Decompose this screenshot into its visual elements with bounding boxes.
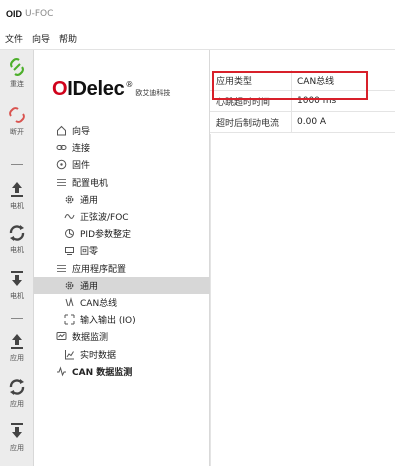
property-value-input[interactable]: 0.00 A	[292, 117, 326, 127]
download-icon	[0, 420, 34, 442]
nav-item-label: PID参数整定	[80, 230, 132, 241]
title-bar: OID U-FOC	[0, 0, 395, 28]
left-toolbar: 重连 断开 电机 电机 电机 应用 应用 应用	[0, 50, 34, 466]
nav-item-realtime-data[interactable]: 实时数据	[34, 345, 210, 362]
nav-item-can-data-monitor[interactable]: CAN 数据监测	[34, 363, 210, 380]
brand-name: OIDelec	[52, 78, 125, 100]
nav-item-sine-foc[interactable]: 正弦波/FOC	[34, 208, 210, 225]
pid-icon	[63, 228, 75, 240]
gear-icon	[63, 193, 75, 205]
refresh-icon	[0, 376, 34, 398]
app-refresh-button[interactable]: 应用	[0, 376, 34, 409]
nav-item-label: CAN 数据监测	[72, 367, 133, 378]
nav-item-data-monitor[interactable]: 数据监测	[34, 328, 210, 345]
motor-download-button[interactable]: 电机	[0, 268, 34, 301]
nav-item-label: 配置电机	[72, 178, 109, 189]
property-key: 心跳超时时间	[210, 91, 292, 111]
wave-icon	[63, 211, 75, 223]
menu-file[interactable]: 文件	[4, 30, 24, 47]
home-icon	[55, 125, 67, 137]
nav-item-motor-config[interactable]: 配置电机	[34, 174, 210, 191]
disconnect-label: 断开	[10, 128, 24, 136]
toolbar-divider	[11, 164, 23, 165]
nav-item-homing[interactable]: 回零	[34, 242, 210, 259]
window-title: U-FOC	[25, 9, 54, 19]
property-value-dropdown[interactable]: CAN总线	[292, 74, 334, 87]
nav-item-label: 通用	[80, 195, 99, 206]
can-icon	[63, 296, 75, 308]
nav-item-motor-general[interactable]: 通用	[34, 191, 210, 208]
link-icon	[55, 142, 67, 154]
nav-item-pid-tuning[interactable]: PID参数整定	[34, 225, 210, 242]
brand-subtitle: 欧艾迪科技	[135, 89, 171, 97]
property-key: 应用类型	[210, 70, 292, 90]
download-icon	[0, 268, 34, 290]
home-return-icon	[63, 245, 75, 257]
nav-item-wizard[interactable]: 向导	[34, 122, 210, 139]
app-refresh-label: 应用	[10, 400, 24, 408]
nav-item-app-config[interactable]: 应用程序配置	[34, 260, 210, 277]
nav-item-label: 应用程序配置	[72, 264, 127, 275]
motor-upload-label: 电机	[10, 202, 24, 210]
brand-registered-mark: ®	[125, 80, 134, 89]
app-upload-button[interactable]: 应用	[0, 330, 34, 363]
property-row-app-type[interactable]: 应用类型 CAN总线	[210, 70, 395, 91]
nav-item-app-general[interactable]: 通用	[34, 276, 210, 294]
reconnect-label: 重连	[10, 80, 24, 88]
nav-item-label: 连接	[72, 144, 91, 155]
nav-item-io[interactable]: 输入输出 (IO)	[34, 311, 210, 328]
nav-item-label: 通用	[80, 281, 99, 292]
nav-tree: 向导 连接 固件 配置电机 通用 正弦波/FOC PID参数整定 回零 应用程序…	[34, 122, 210, 380]
upload-icon	[0, 178, 34, 200]
content-empty-area	[210, 134, 395, 466]
chip-icon	[55, 159, 67, 171]
menu-help[interactable]: 帮助	[58, 30, 78, 47]
nav-item-label: 向导	[72, 127, 91, 138]
nav-item-label: 数据监测	[72, 333, 109, 344]
property-grid: 应用类型 CAN总线 心跳超时时间 1000 ms 超时后制动电流 0.00 A	[210, 70, 395, 133]
navigation-panel: OIDelec ® 欧艾迪科技 向导 连接 固件 配置电机 通用 正弦波/FOC	[34, 50, 210, 466]
nav-item-can-bus[interactable]: CAN总线	[34, 294, 210, 311]
reconnect-button[interactable]: 重连	[0, 56, 34, 89]
toolbar-divider	[11, 318, 23, 319]
app-logo: OID	[6, 9, 23, 19]
property-row-heartbeat-timeout[interactable]: 心跳超时时间 1000 ms	[210, 91, 395, 112]
motor-upload-button[interactable]: 电机	[0, 178, 34, 211]
refresh-icon	[0, 222, 34, 244]
list-icon	[55, 262, 67, 274]
app-upload-label: 应用	[10, 354, 24, 362]
chart-icon	[63, 348, 75, 360]
property-key: 超时后制动电流	[210, 112, 292, 132]
nav-item-label: 输入输出 (IO)	[80, 316, 136, 327]
nav-item-label: CAN总线	[80, 298, 118, 309]
gear-icon	[63, 279, 75, 291]
upload-icon	[0, 330, 34, 352]
app-download-label: 应用	[10, 444, 24, 452]
disconnect-icon	[0, 104, 34, 126]
motor-refresh-label: 电机	[10, 246, 24, 254]
nav-item-label: 实时数据	[80, 350, 117, 361]
can-monitor-icon	[55, 365, 67, 377]
menu-wizard[interactable]: 向导	[31, 30, 51, 47]
nav-item-label: 正弦波/FOC	[80, 213, 129, 224]
menu-bar: 文件 向导 帮助	[0, 28, 395, 50]
app-download-button[interactable]: 应用	[0, 420, 34, 453]
monitor-icon	[55, 331, 67, 343]
brand-logo: OIDelec ® 欧艾迪科技	[52, 78, 170, 101]
nav-item-label: 回零	[80, 247, 99, 258]
io-icon	[63, 314, 75, 326]
list-icon	[55, 176, 67, 188]
nav-item-label: 固件	[72, 161, 91, 172]
reconnect-icon	[0, 56, 34, 78]
nav-item-firmware[interactable]: 固件	[34, 156, 210, 173]
property-value-input[interactable]: 1000 ms	[292, 96, 336, 106]
property-row-timeout-brake-current[interactable]: 超时后制动电流 0.00 A	[210, 112, 395, 133]
nav-item-connect[interactable]: 连接	[34, 139, 210, 156]
motor-download-label: 电机	[10, 292, 24, 300]
disconnect-button[interactable]: 断开	[0, 104, 34, 137]
motor-refresh-button[interactable]: 电机	[0, 222, 34, 255]
